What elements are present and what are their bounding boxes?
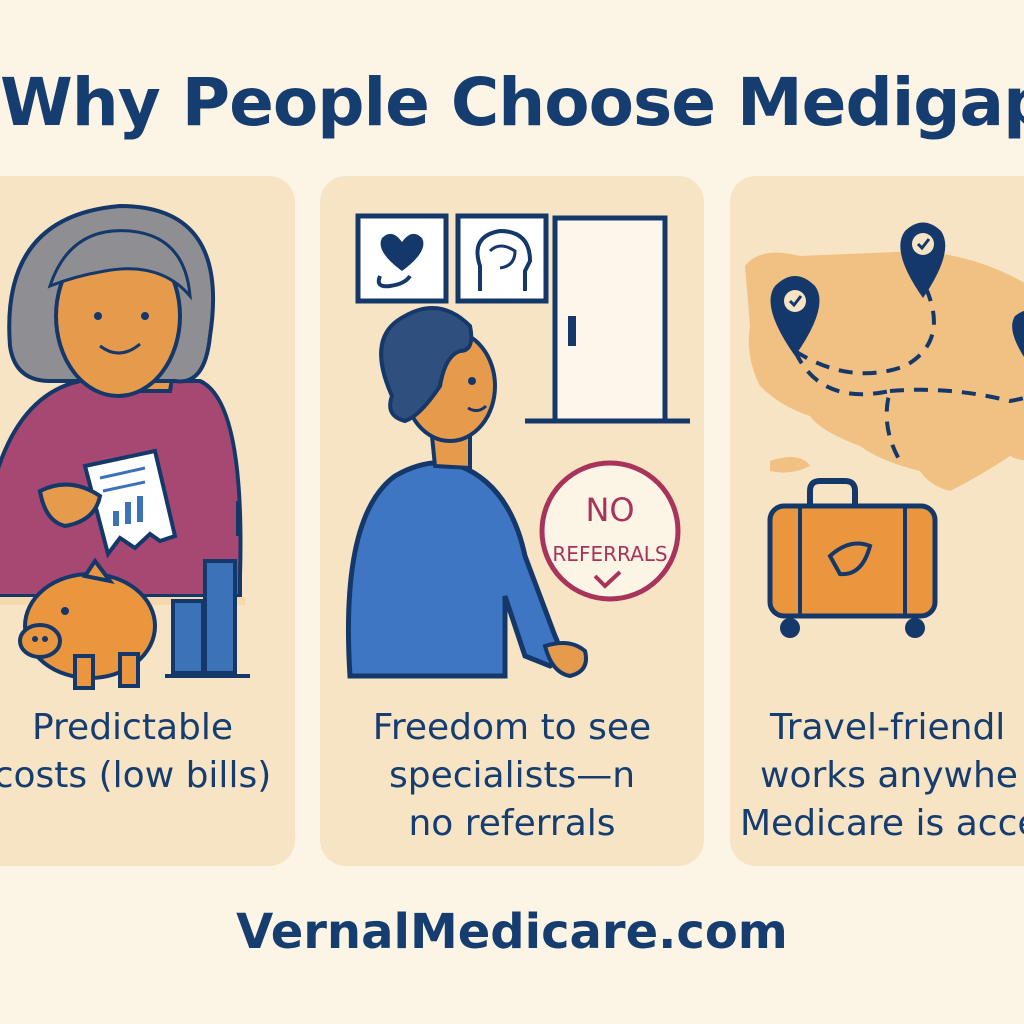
footer-website: VernalMedicare.com [236,904,788,960]
heart-stethoscope-icon [355,213,449,304]
page-title: Why People Choose Medigap [0,64,1024,141]
panel-caption: Predictable costs (low bills) [0,707,272,796]
panel-predictable-costs: Predictable costs (low bills) [0,176,295,866]
person-illustration [345,306,588,679]
suitcase-icon [767,478,938,638]
brain-head-icon [455,213,549,304]
panel-caption: Travel-friendl works anywhe Medicare is … [740,707,1024,844]
svg-text:NO: NO [585,491,634,529]
svg-text:REFERRALS: REFERRALS [552,542,667,566]
panel-travel: Travel-friendl works anywhe Medicare is … [730,176,1024,866]
panel-caption: Freedom to see specialists—n no referral… [372,707,652,844]
door-icon [525,215,690,424]
no-referrals-badge: NO REFERRALS [539,460,681,602]
panel-specialists: NO REFERRALS Freedom to see specialists—… [320,176,704,866]
